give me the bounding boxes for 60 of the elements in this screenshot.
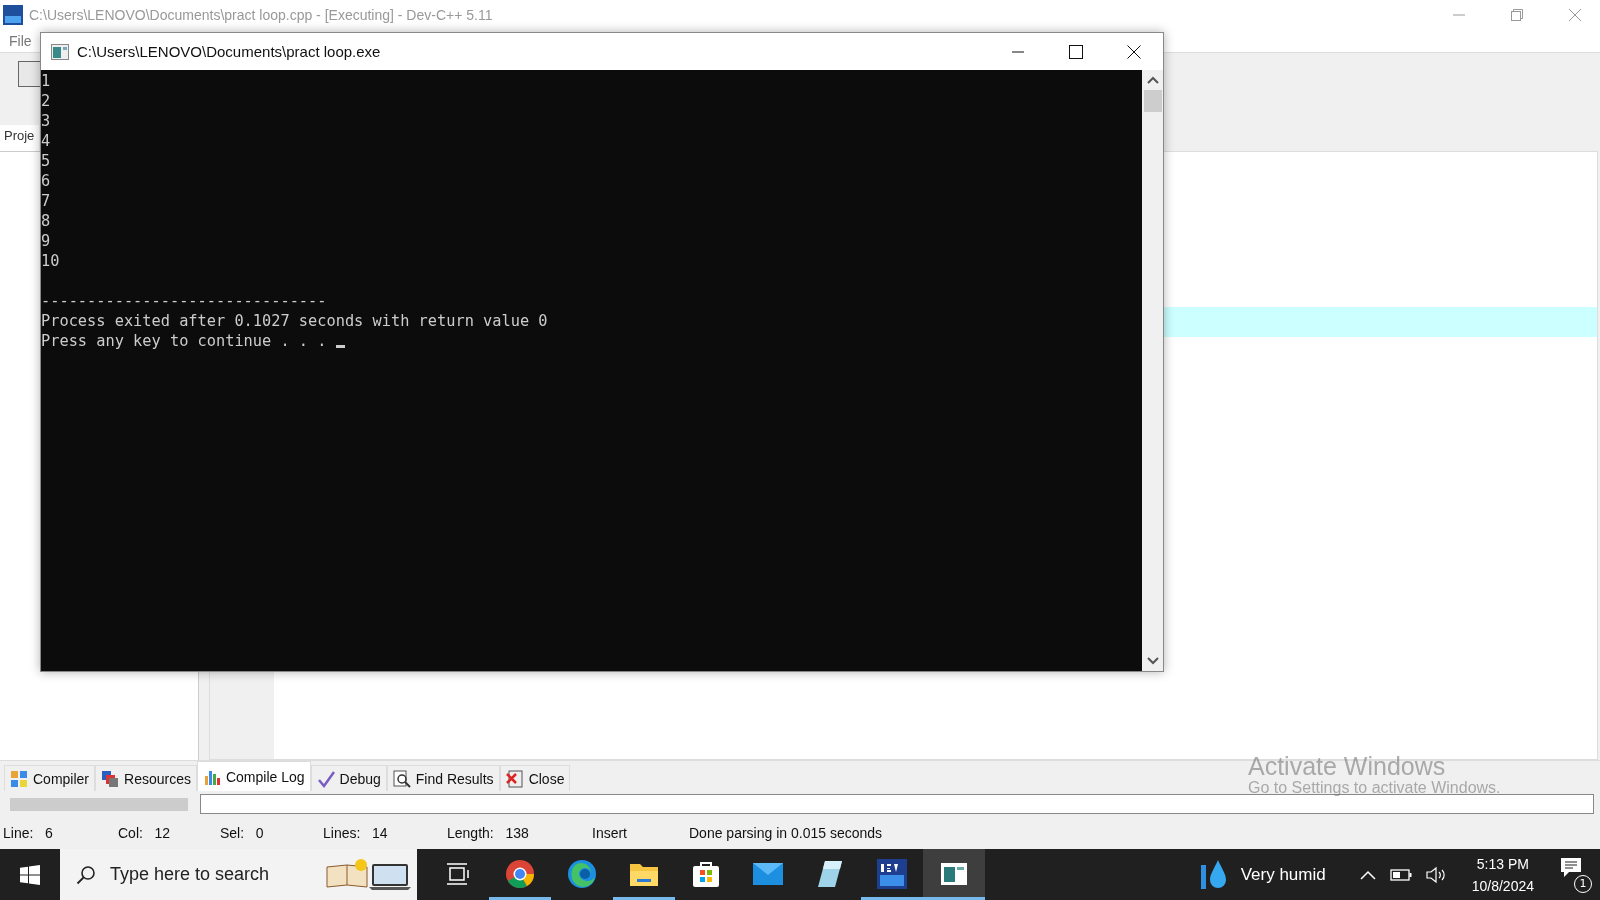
log-field[interactable] [200, 794, 1594, 814]
chevron-up-icon[interactable] [1359, 869, 1376, 880]
edge-icon [567, 859, 597, 889]
scroll-down-icon[interactable] [1146, 657, 1159, 665]
panel-tab[interactable]: Close [499, 765, 571, 791]
scroll-thumb[interactable] [1143, 90, 1162, 112]
panel-tab[interactable]: Resources [95, 765, 197, 791]
dev-cpp-icon [877, 859, 907, 889]
mail-icon [752, 862, 784, 886]
console-icon [940, 862, 968, 886]
console-output: 1 2 3 4 5 6 7 8 9 10 ------------------------------- Process exited after 0.1027 seconds with return value 0 Press any key to continue . . . [41, 70, 1142, 671]
close-icon[interactable] [1127, 44, 1141, 59]
console-app-icon [51, 43, 69, 60]
search-field[interactable]: Type here to search [60, 849, 417, 900]
windows-logo-icon [20, 864, 40, 885]
status-message: Done parsing in 0.015 seconds [689, 825, 883, 841]
status-field: Lines: 14 [323, 825, 447, 841]
maximize-icon[interactable] [1069, 44, 1083, 59]
restore-icon[interactable] [1510, 8, 1524, 22]
menu-item[interactable]: File [9, 33, 32, 49]
weather-label[interactable]: Very humid [1240, 864, 1326, 885]
panel-tab[interactable]: Find Results [386, 765, 500, 791]
search-icon [76, 864, 96, 885]
text-cursor [335, 345, 345, 348]
app-logo-icon [3, 5, 23, 25]
status-field: Line: 6 [3, 825, 118, 841]
notepad-icon [817, 860, 843, 888]
window-title: C:\Users\LENOVO\Documents\pract loop.exe [77, 43, 381, 60]
toolbar-button[interactable] [18, 61, 42, 87]
status-field: Sel: 0 [220, 825, 323, 841]
notification-badge: 1 [1574, 874, 1592, 893]
humidity-icon [1200, 858, 1227, 891]
scrollbar[interactable] [1142, 70, 1163, 671]
activation-title: Activate Windows [1248, 752, 1447, 781]
book-and-laptop-icon [325, 858, 411, 891]
task-view-icon [446, 863, 470, 885]
grid-icon [10, 769, 28, 788]
panel-tab[interactable]: Compile Log [196, 761, 311, 791]
activation-text: Go to Settings to activate Windows. [1248, 779, 1501, 797]
magnifier-icon [392, 769, 411, 788]
chrome-icon [505, 859, 535, 889]
check-icon [316, 769, 335, 788]
scroll-up-icon[interactable] [1146, 76, 1159, 84]
store-icon [692, 860, 720, 888]
taskbar-app[interactable] [923, 849, 985, 900]
console-window[interactable]: C:\Users\LENOVO\Documents\pract loop.exe 1 2 3 4 5 6 7 8 9 10 ------------------------------- Process exited after 0.1027 seconds with return value 0 Press any key to continue . . . [40, 32, 1164, 672]
clock[interactable]: 5:13 PM 10/8/2024 [1471, 852, 1534, 897]
speaker-icon[interactable] [1425, 865, 1448, 884]
status-mode: Insert [592, 825, 628, 841]
panel-tab[interactable]: Compiler [4, 765, 95, 791]
window-title: C:\Users\LENOVO\Documents\pract loop.cpp - [Executing] - Dev-C++ 5.11 [29, 7, 493, 23]
notification-icon[interactable] [1560, 856, 1584, 879]
folder-icon [629, 861, 659, 887]
panel-tab[interactable]: Debug [310, 765, 387, 791]
status-field: Length: 138 [447, 825, 592, 841]
battery-icon[interactable] [1389, 868, 1412, 881]
stack-icon [101, 769, 119, 788]
status-field: Col: 12 [118, 825, 220, 841]
project-tab[interactable]: Proje [0, 125, 39, 151]
close-icon [505, 769, 524, 788]
